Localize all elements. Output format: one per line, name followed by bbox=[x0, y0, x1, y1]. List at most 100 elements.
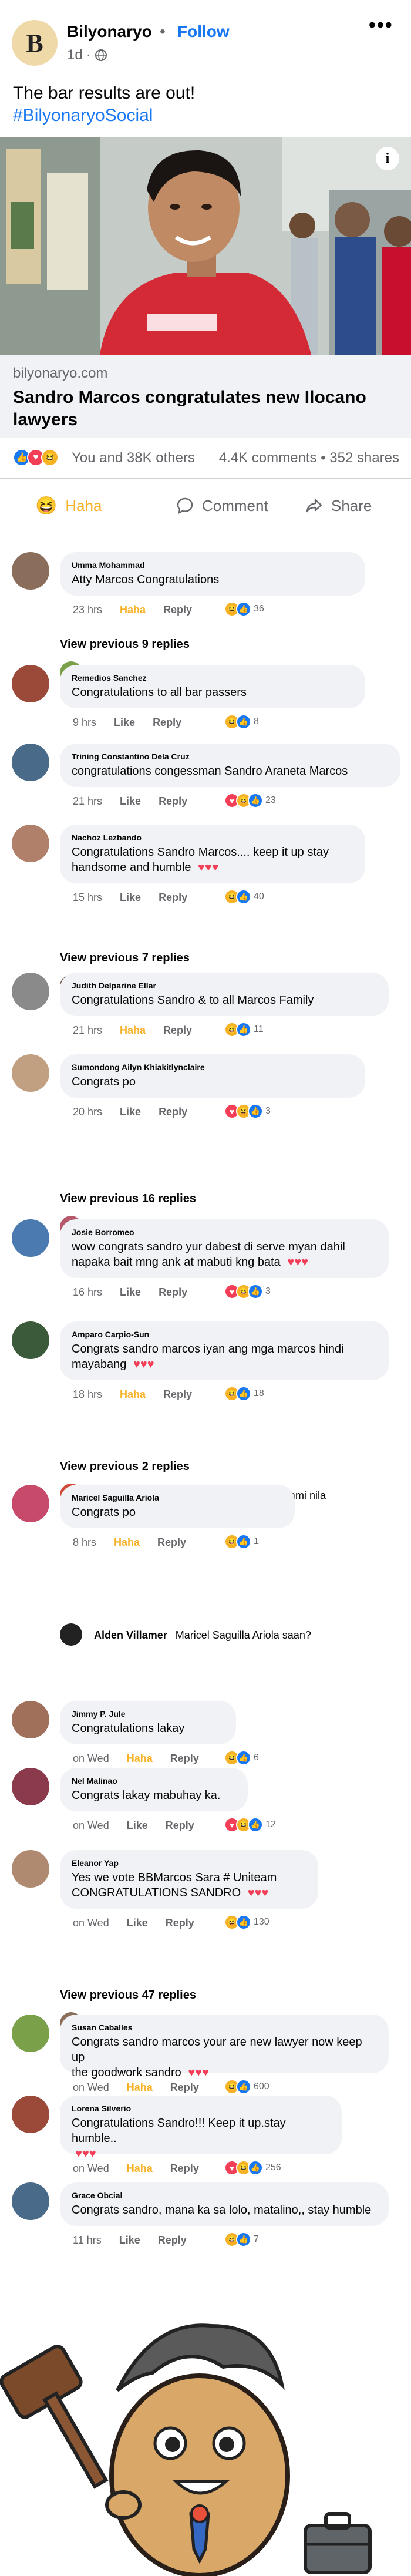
hashtag-link[interactable]: #BilyonaryoSocial bbox=[13, 105, 195, 127]
comment-bubble[interactable]: Grace Obcial Congrats sandro, mana ka sa … bbox=[60, 2182, 389, 2226]
comment-like-button[interactable]: Like bbox=[120, 1106, 141, 1118]
follow-button[interactable]: Follow bbox=[177, 22, 230, 41]
comment-like-button[interactable]: Like bbox=[119, 2234, 140, 2247]
commenter-name[interactable]: Eleanor Yap bbox=[72, 1858, 306, 1868]
commenter-name[interactable]: Lorena Silverio bbox=[72, 2104, 330, 2113]
commenter-name[interactable]: Remedios Sanchez bbox=[72, 673, 353, 682]
comment-reactions[interactable]: 😆 👍 11 bbox=[224, 1022, 264, 1037]
comment-like-button[interactable]: Haha bbox=[127, 2081, 153, 2094]
comment-button[interactable]: Comment bbox=[176, 479, 268, 533]
commenter-name[interactable]: Nel Malinao bbox=[72, 1776, 236, 1785]
comment-like-button[interactable]: Haha bbox=[127, 2163, 153, 2175]
comment-bubble[interactable]: Amparo Carpio-Sun Congrats sandro marcos … bbox=[60, 1321, 389, 1380]
comment-bubble[interactable]: Jimmy P. Jule Congratulations lakay bbox=[60, 1701, 236, 1744]
comment-like-button[interactable]: Like bbox=[127, 1820, 148, 1832]
comment-bubble[interactable]: Josie Borromeo wow congrats sandro yur da… bbox=[60, 1219, 389, 1278]
comment-bubble[interactable]: Maricel Saguilla Ariola Congrats po bbox=[60, 1485, 295, 1528]
avatar[interactable] bbox=[12, 825, 49, 862]
comment-bubble[interactable]: Umma Mohammad Atty Marcos Congratulations bbox=[60, 552, 365, 596]
view-previous-replies-link[interactable]: View previous 2 replies bbox=[60, 1460, 190, 1474]
comment-like-button[interactable]: Haha bbox=[120, 604, 146, 616]
commenter-name[interactable]: Sumondong Ailyn Khiakitlynclaire bbox=[72, 1062, 353, 1072]
comment-reply-button[interactable]: Reply bbox=[158, 2234, 187, 2247]
comment-like-button[interactable]: Like bbox=[114, 717, 135, 729]
avatar[interactable] bbox=[12, 1321, 49, 1359]
avatar[interactable] bbox=[12, 2015, 49, 2052]
avatar[interactable] bbox=[12, 2096, 49, 2133]
comment-bubble[interactable]: Judith Delparine Ellar Congratulations Sa… bbox=[60, 973, 389, 1016]
comment-bubble[interactable]: Nachoz Lezbando Congratulations Sandro Ma… bbox=[60, 825, 365, 883]
reaction-icons[interactable]: 👍 ♥ 😆 bbox=[13, 449, 59, 466]
comment-reply-button[interactable]: Reply bbox=[159, 892, 187, 904]
avatar[interactable] bbox=[12, 1054, 49, 1092]
comment-bubble[interactable]: Lorena Silverio Congratulations Sandro!!!… bbox=[60, 2096, 342, 2160]
share-button[interactable]: Share bbox=[305, 479, 372, 533]
comment-like-button[interactable]: Haha bbox=[127, 1753, 153, 1765]
link-preview[interactable]: bilyonaryo.com Sandro Marcos congratulat… bbox=[0, 355, 411, 438]
commenter-name[interactable]: Jimmy P. Jule bbox=[72, 1709, 224, 1719]
comment-reactions[interactable]: 😆 👍 36 bbox=[224, 601, 264, 617]
commenter-name[interactable]: Judith Delparine Ellar bbox=[72, 981, 377, 990]
comment-reply-button[interactable]: Reply bbox=[159, 795, 187, 808]
comment-like-button[interactable]: Like bbox=[120, 795, 141, 808]
comment-bubble[interactable]: Remedios Sanchez Congratulations to all b… bbox=[60, 665, 365, 708]
view-previous-replies-link[interactable]: View previous 47 replies bbox=[60, 1989, 196, 2002]
commenter-name[interactable]: Susan Caballes bbox=[72, 2023, 377, 2032]
comment-reactions[interactable]: ♥ 😆 👍 23 bbox=[224, 793, 276, 808]
share-count[interactable]: 352 shares bbox=[329, 450, 399, 466]
comment-reactions[interactable]: 😆 👍 40 bbox=[224, 889, 264, 904]
avatar[interactable] bbox=[12, 2182, 49, 2220]
comment-reactions[interactable]: 😆 👍 600 bbox=[224, 2079, 269, 2094]
comment-reply-button[interactable]: Reply bbox=[157, 1536, 186, 1549]
comment-reply-button[interactable]: Reply bbox=[166, 1820, 194, 1832]
commenter-name[interactable]: Amparo Carpio-Sun bbox=[72, 1330, 377, 1339]
avatar[interactable] bbox=[12, 1850, 49, 1888]
avatar[interactable] bbox=[12, 1701, 49, 1738]
comment-reply-button[interactable]: Reply bbox=[159, 1106, 187, 1118]
comment-reactions[interactable]: 😆 👍 7 bbox=[224, 2232, 259, 2247]
commenter-name[interactable]: Nachoz Lezbando bbox=[72, 833, 353, 842]
avatar[interactable] bbox=[12, 552, 49, 590]
comment-like-button[interactable]: Like bbox=[127, 1917, 148, 1929]
comment-reply-button[interactable]: Reply bbox=[153, 717, 181, 729]
comment-like-button[interactable]: Haha bbox=[120, 1388, 146, 1401]
more-options-icon[interactable]: ••• bbox=[369, 14, 393, 37]
comment-reactions[interactable]: 😆 👍 130 bbox=[224, 1915, 269, 1930]
avatar[interactable] bbox=[12, 744, 49, 781]
comment-bubble[interactable]: Nel Malinao Congrats lakay mabuhay ka. bbox=[60, 1768, 248, 1811]
comment-reply-button[interactable]: Reply bbox=[159, 1286, 187, 1299]
page-avatar[interactable]: B bbox=[12, 20, 58, 66]
comment-reactions[interactable]: ♥ 😆 👍 3 bbox=[224, 1104, 271, 1119]
avatar[interactable] bbox=[12, 665, 49, 702]
post-photo[interactable]: i bbox=[0, 137, 411, 355]
comment-reply-button[interactable]: Reply bbox=[163, 1024, 192, 1037]
haha-button[interactable]: 😆 Haha bbox=[35, 479, 102, 533]
comment-bubble[interactable]: Trining Constantino Dela Cruz congratulat… bbox=[60, 744, 400, 787]
commenter-name[interactable]: Josie Borromeo bbox=[72, 1228, 377, 1237]
view-previous-replies-link[interactable]: View previous 16 replies bbox=[60, 1192, 196, 1206]
comment-like-button[interactable]: Like bbox=[120, 892, 141, 904]
view-previous-replies-link[interactable]: View previous 7 replies bbox=[60, 951, 190, 965]
comment-reactions[interactable]: 😆 👍 6 bbox=[224, 1750, 259, 1765]
comment-reply-button[interactable]: Reply bbox=[170, 1753, 199, 1765]
avatar[interactable] bbox=[12, 1768, 49, 1805]
comment-reactions[interactable]: ♥ 😆 👍 12 bbox=[224, 1817, 276, 1832]
commenter-name[interactable]: Umma Mohammad bbox=[72, 560, 353, 570]
comment-bubble[interactable]: Sumondong Ailyn Khiakitlynclaire Congrats… bbox=[60, 1054, 365, 1098]
commenter-name[interactable]: Trining Constantino Dela Cruz bbox=[72, 752, 389, 761]
avatar[interactable] bbox=[12, 1485, 49, 1522]
avatar[interactable] bbox=[60, 1623, 82, 1646]
comment-reply-button[interactable]: Reply bbox=[170, 2081, 199, 2094]
comment-reactions[interactable]: 😆 👍 1 bbox=[224, 1534, 259, 1549]
comment-reactions[interactable]: ♥ 😆 👍 3 bbox=[224, 1284, 271, 1299]
comment-reply-button[interactable]: Reply bbox=[166, 1917, 194, 1929]
comment-like-button[interactable]: Haha bbox=[120, 1024, 146, 1037]
info-icon[interactable]: i bbox=[376, 147, 399, 170]
comment-like-button[interactable]: Like bbox=[120, 1286, 141, 1299]
page-name[interactable]: Bilyonaryo bbox=[67, 22, 152, 41]
comment-like-button[interactable]: Haha bbox=[114, 1536, 140, 1549]
comment-bubble[interactable]: Susan Caballes Congrats sandro marcos you… bbox=[60, 2015, 389, 2079]
comment-reactions[interactable]: 😆 👍 8 bbox=[224, 714, 259, 729]
comment-bubble[interactable]: Eleanor Yap Yes we vote BBMarcos Sara # U… bbox=[60, 1850, 318, 1909]
comment-count[interactable]: 4.4K comments bbox=[219, 450, 317, 466]
